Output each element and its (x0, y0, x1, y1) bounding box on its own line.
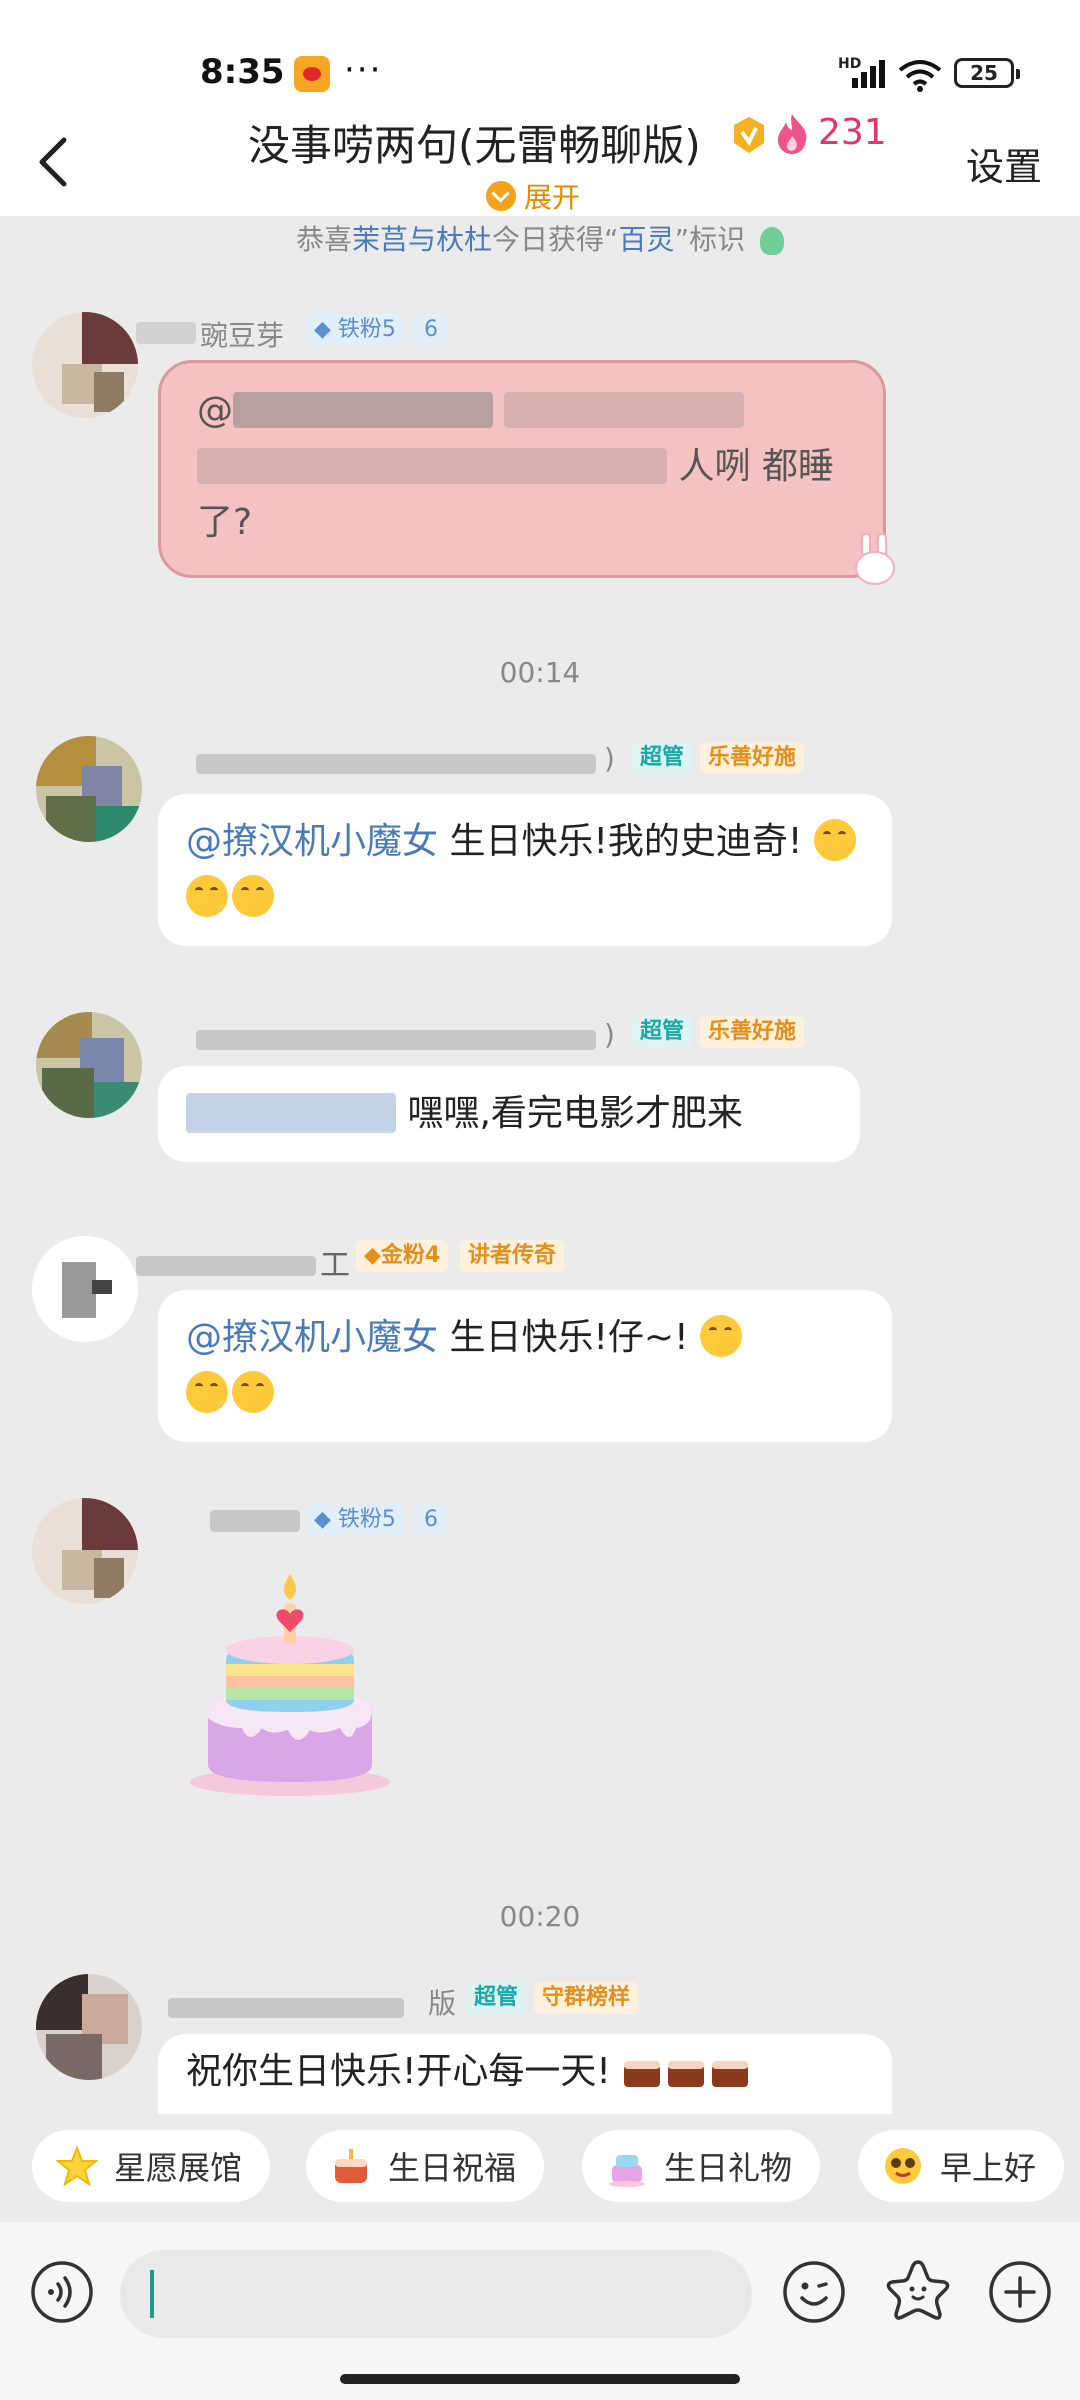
redacted-name (196, 1030, 596, 1050)
avatar[interactable] (36, 736, 142, 842)
chat-header: 没事唠两句(无雷畅聊版) 231 设置 展开 (0, 100, 1080, 216)
message-input[interactable] (120, 2250, 752, 2338)
mention-link[interactable]: @撩汉机小魔女 (186, 1317, 438, 1358)
redacted-name (136, 322, 196, 344)
honor-tag: 讲者传奇 (460, 1240, 565, 1272)
quick-reply-birthday-wish[interactable]: 生日祝福 (306, 2130, 545, 2202)
quick-reply-good-morning[interactable]: 早上好 (858, 2130, 1065, 2202)
fan-badge: ◆ 铁粉5 (306, 1504, 404, 1536)
signal-icon (852, 60, 886, 88)
quick-reply-birthday-gift[interactable]: 生日礼物 (582, 2130, 821, 2202)
message-bubble-pink[interactable]: @ 人咧 都睡了? (158, 360, 895, 585)
wifi-icon (898, 60, 942, 92)
message-text: 生日快乐!我的史迪奇! (449, 821, 803, 862)
battery-icon: 25 (954, 58, 1020, 88)
sun-face-icon (885, 2148, 921, 2184)
fan-badge: ◆金粉4 (356, 1240, 449, 1272)
avatar[interactable] (32, 312, 138, 418)
message-bubble[interactable]: 嘿嘿,看完电影才肥来 (158, 1066, 860, 1162)
honor-tag: 守群榜样 (534, 1982, 639, 2014)
cake-emoji-icon (710, 2051, 750, 2089)
notice-title-badge: 百灵 (618, 223, 675, 256)
level-badge: 6 (414, 1504, 448, 1536)
admin-tag: 超管 (632, 1016, 693, 1048)
timestamp: 00:20 (499, 1900, 581, 1933)
cake-emoji-icon (666, 2051, 706, 2089)
settings-button[interactable]: 设置 (966, 136, 1042, 191)
avatar[interactable] (32, 1498, 138, 1604)
message-bubble[interactable]: @撩汉机小魔女 生日快乐!我的史迪奇! (158, 794, 892, 946)
plus-icon[interactable] (988, 2260, 1052, 2324)
quick-reply-star[interactable]: 星愿展馆 (32, 2130, 271, 2202)
expand-label: 展开 (524, 181, 581, 214)
avatar[interactable] (32, 1236, 138, 1342)
kiss-emoji-icon (699, 1315, 742, 1357)
redacted-name (196, 754, 596, 774)
kiss-emoji-icon (232, 1371, 274, 1413)
voice-icon[interactable] (30, 2260, 94, 2324)
home-indicator[interactable] (340, 2374, 740, 2384)
text-caret (150, 2270, 154, 2318)
message-text: 生日快乐!仔~! (449, 1317, 689, 1358)
redacted-name (136, 1256, 316, 1276)
fire-count: 231 (818, 112, 887, 153)
redacted-name (168, 1998, 404, 2018)
redacted-name (210, 1510, 300, 1532)
weibo-app-icon (294, 56, 330, 92)
fire-icon (778, 114, 807, 154)
fan-badge: ◆ 铁粉5 (306, 314, 404, 346)
more-notifications-icon: ··· (344, 50, 383, 90)
admin-tag: 超管 (466, 1982, 527, 2014)
message-text: 嘿嘿,看完电影才肥来 (407, 1093, 743, 1134)
notice-users[interactable]: 茉莒与杕杜 (352, 223, 492, 256)
message-text: 祝你生日快乐!开心每一天! (186, 2051, 611, 2092)
mention-link[interactable]: @撩汉机小魔女 (186, 821, 438, 862)
cake-emoji-icon (622, 2051, 662, 2089)
chevron-down-icon (486, 181, 516, 211)
message-bubble[interactable]: @撩汉机小魔女 生日快乐!仔~! (158, 1290, 892, 1442)
status-time: 8:35 (200, 52, 285, 92)
kiss-emoji-icon (813, 819, 856, 861)
emoji-icon[interactable] (782, 2260, 846, 2324)
cake-icon (335, 2149, 367, 2183)
avatar[interactable] (36, 1012, 142, 1118)
sender-name: 豌豆芽 (200, 319, 285, 352)
verified-badge-icon (734, 117, 764, 153)
expand-button[interactable]: 展开 (486, 178, 580, 214)
timestamp: 00:14 (499, 656, 581, 689)
input-bar (0, 2222, 1080, 2400)
parrot-icon (760, 227, 784, 255)
honor-tag: 乐善好施 (700, 1016, 805, 1048)
sticker-star-icon[interactable] (884, 2256, 952, 2324)
sender-name: 版 (428, 1987, 457, 2020)
kiss-emoji-icon (232, 875, 274, 917)
sender-name: 工 (320, 1248, 350, 1283)
kiss-emoji-icon (186, 1371, 228, 1413)
redacted-mention (186, 1093, 396, 1133)
bunny-sticker-icon (851, 533, 899, 587)
avatar[interactable] (36, 1974, 142, 2080)
system-notice: 恭喜茉莒与杕杜今日获得“百灵”标识 (0, 218, 1080, 258)
group-title: 没事唠两句(无雷畅聊版) (248, 121, 701, 170)
gift-cake-icon (609, 2155, 645, 2187)
honor-tag: 乐善好施 (700, 742, 805, 774)
kiss-emoji-icon (186, 875, 228, 917)
message-bubble[interactable]: 祝你生日快乐!开心每一天! (158, 2034, 892, 2114)
back-arrow-icon[interactable] (30, 132, 80, 192)
level-badge: 6 (414, 314, 448, 346)
star-icon (56, 2145, 98, 2187)
birthday-cake-sticker[interactable] (180, 1560, 400, 1800)
admin-tag: 超管 (632, 742, 693, 774)
